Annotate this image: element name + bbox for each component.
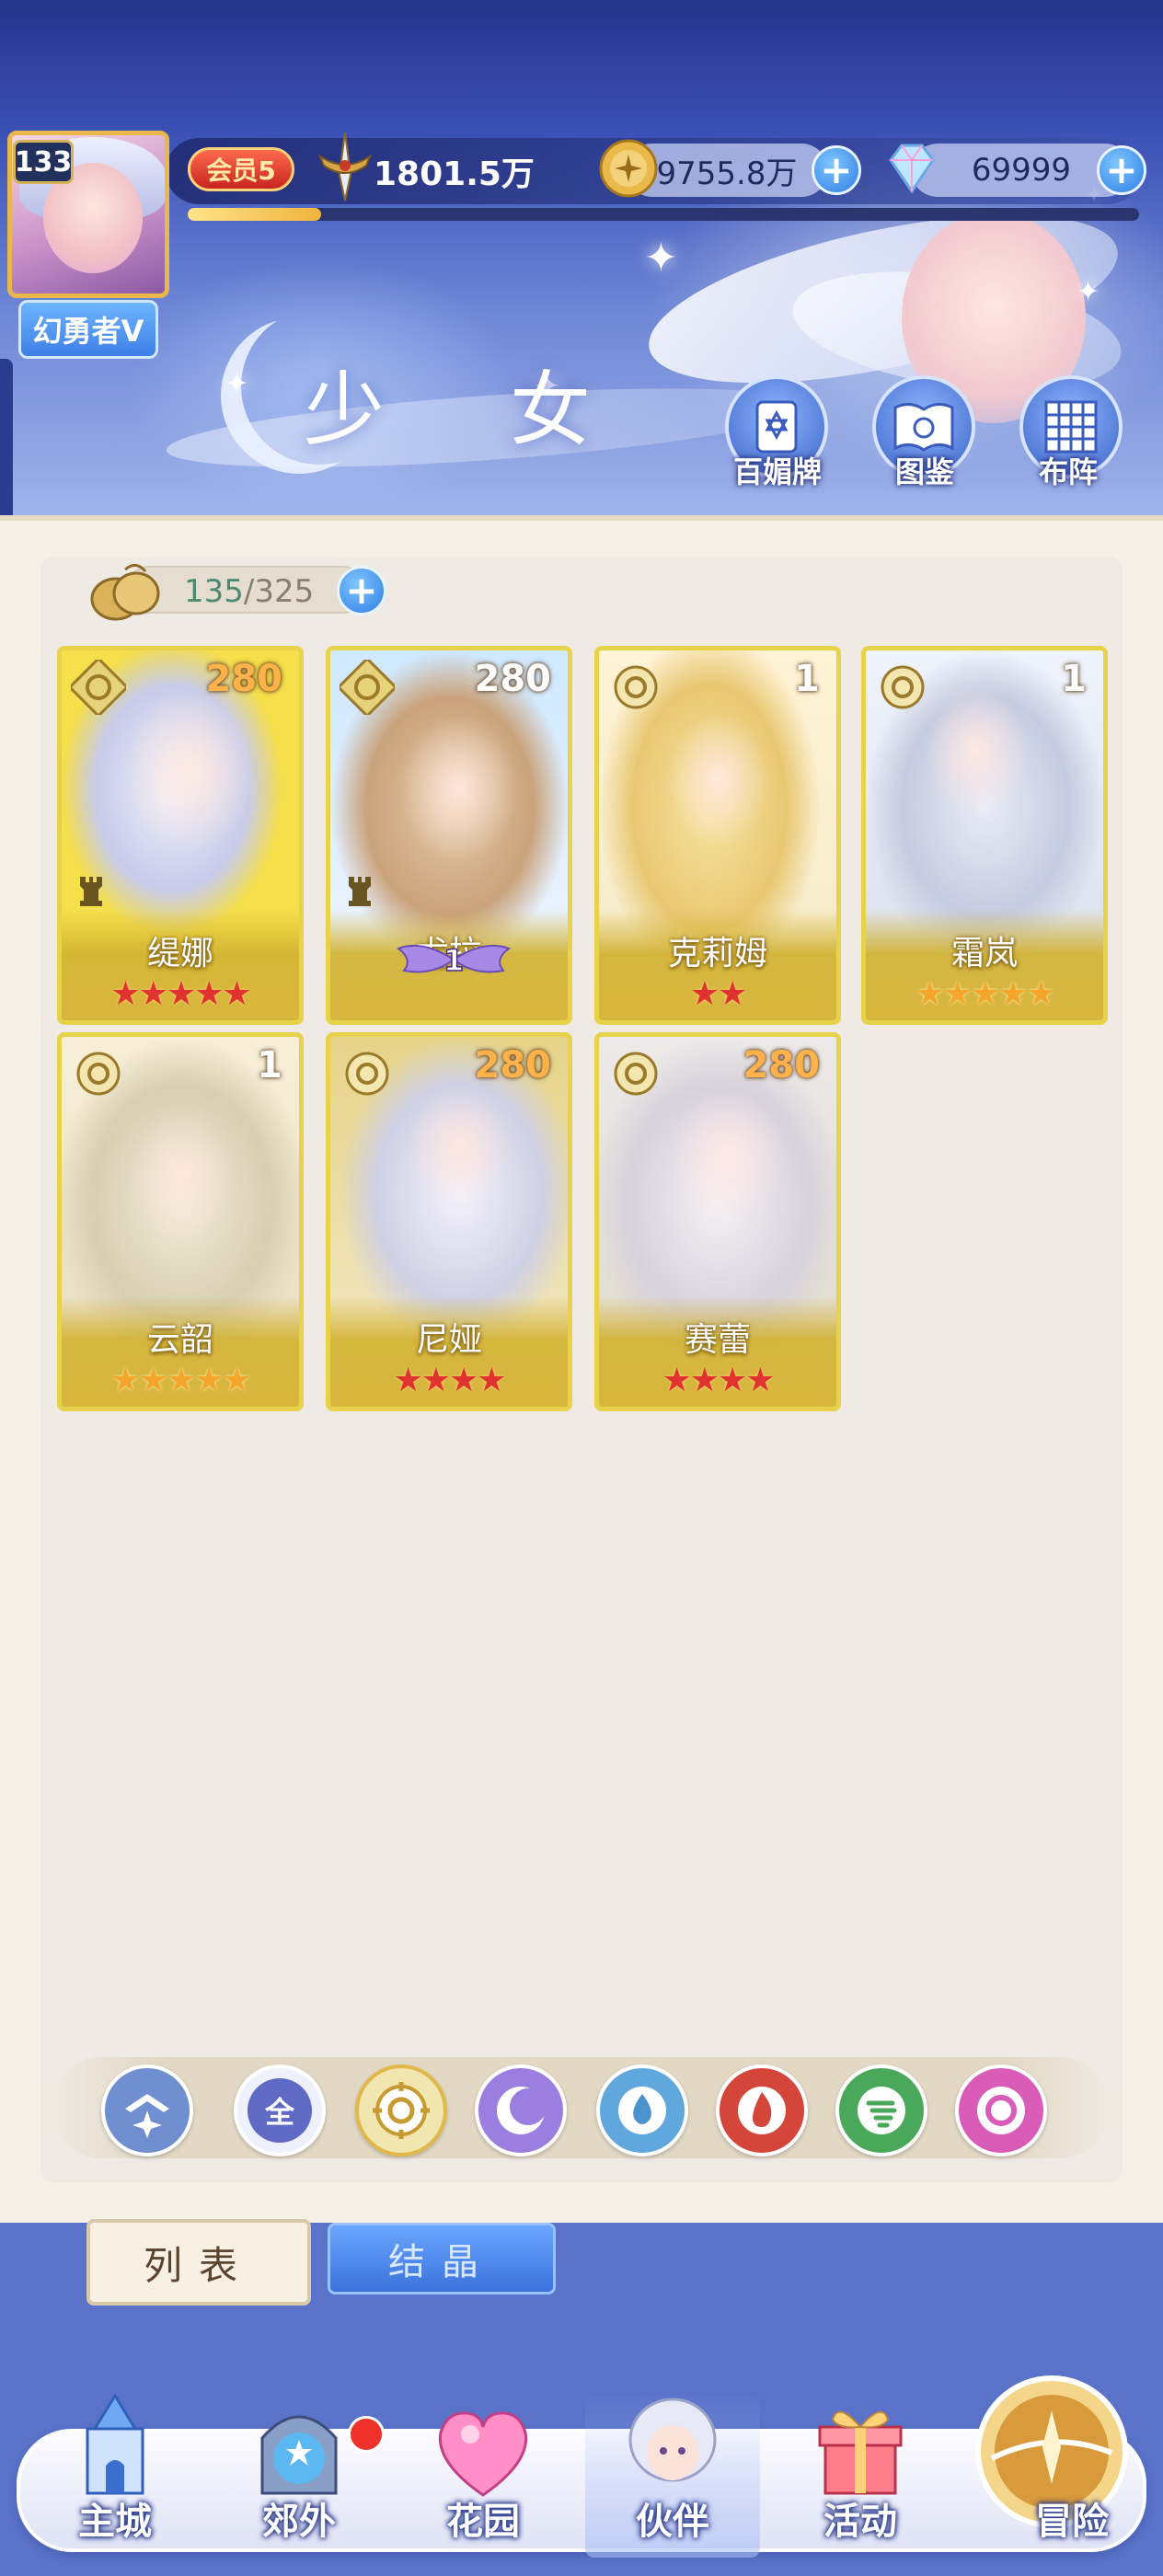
power-value: 1801.5万	[374, 155, 535, 193]
card-name: 尼娅	[415, 1321, 482, 1359]
partner-card[interactable]: 280 赛蕾 ★★★★	[594, 1032, 841, 1411]
capacity-bag-icon	[90, 564, 160, 621]
nav-label: 冒险	[1035, 2501, 1109, 2543]
diamond-icon	[889, 144, 935, 194]
partner-card[interactable]: 280 尼娅 ★★★★	[326, 1032, 572, 1411]
header-banner: ✦ ✦ ✦ ✦ ✦ 少 女	[0, 0, 1163, 515]
partner-card[interactable]: 280 尤拉 1	[326, 646, 572, 1025]
sun-gear-icon	[373, 2082, 430, 2139]
card-level: 280	[474, 1044, 552, 1087]
star-rating: ★★★★★	[915, 975, 1055, 1013]
add-gold-button[interactable]: +	[812, 145, 861, 195]
filter-all-button[interactable]: 全	[234, 2064, 326, 2156]
partner-card[interactable]: 280 缇娜 ★★★★★	[57, 646, 304, 1025]
card-name: 霜岚	[950, 935, 1018, 972]
sun-element-icon	[881, 665, 925, 709]
nav-label: 郊外	[262, 2501, 336, 2543]
nav-label: 主城	[78, 2501, 152, 2543]
add-diamond-button[interactable]: +	[1097, 145, 1146, 195]
exp-bar-fill	[188, 208, 321, 221]
sun-element-icon	[614, 665, 658, 709]
nav-adventure[interactable]: 冒险	[966, 2375, 1141, 2558]
page-title: 少 女	[304, 362, 640, 457]
card-level: 280	[205, 658, 283, 700]
sun-element-icon	[340, 660, 395, 715]
sun-element-icon	[76, 1052, 121, 1096]
filter-moon-button[interactable]	[475, 2064, 567, 2156]
player-level-badge: 133	[13, 140, 74, 184]
codex-label: 图鉴	[894, 454, 954, 489]
card-level: 280	[743, 1044, 821, 1087]
card-name: 云韶	[146, 1321, 213, 1359]
fire-icon	[738, 2087, 786, 2134]
formation-label: 布阵	[1038, 454, 1098, 489]
card-name: 克莉姆	[667, 935, 767, 972]
card-name: 赛蕾	[684, 1321, 751, 1359]
card-level: 280	[474, 658, 552, 700]
sparkle-icon: ✦	[1077, 276, 1100, 308]
card-level: 1	[1061, 658, 1087, 700]
card-level: 1	[794, 658, 820, 700]
star-rating: ★★★★★	[110, 975, 251, 1013]
wind-icon	[858, 2087, 905, 2134]
nav-label: 伙伴	[636, 2501, 709, 2543]
nav-events[interactable]: 活动	[773, 2392, 948, 2558]
moon-icon	[497, 2087, 547, 2134]
expand-capacity-button[interactable]: +	[337, 566, 386, 615]
filter-pink-button[interactable]	[955, 2064, 1047, 2156]
partner-card[interactable]: 1 克莉姆 ★★	[594, 646, 841, 1025]
filter-fire-button[interactable]	[716, 2064, 808, 2156]
awaken-level-text: 1	[443, 943, 464, 978]
vip-badge[interactable]: 会员5	[188, 147, 294, 191]
all-icon: 全	[248, 2078, 312, 2143]
nav-label: 活动	[823, 2501, 897, 2543]
pink-orb-icon	[977, 2087, 1025, 2134]
partner-card[interactable]: 1 霜岚 ★★★★★	[861, 646, 1108, 1025]
filter-wing-button[interactable]	[101, 2064, 193, 2156]
sparkle-icon: ✦	[644, 235, 678, 282]
gold-coin-icon	[599, 139, 658, 198]
element-filter-bar	[52, 2057, 1110, 2158]
notification-dot	[348, 2416, 385, 2453]
rook-icon	[80, 877, 102, 906]
capacity-text: 135/325	[184, 573, 314, 610]
player-name[interactable]: 幻勇者V	[18, 300, 158, 359]
star-rating: ★★★★	[393, 1362, 506, 1399]
exp-bar	[188, 208, 1139, 221]
capacity-total: /325	[243, 573, 315, 610]
awaken-wing-badge: 1	[396, 942, 512, 979]
wing-sparkle-icon	[125, 2094, 169, 2138]
tab-list[interactable]: 列表	[86, 2219, 311, 2306]
water-drop-icon	[618, 2087, 666, 2134]
nav-garden[interactable]: 花园	[396, 2392, 570, 2558]
sun-element-icon	[345, 1052, 389, 1096]
star-rating: ★★★★	[662, 1362, 775, 1399]
tab-crystal[interactable]: 结晶	[328, 2223, 556, 2294]
star-rating: ★★	[689, 975, 748, 1013]
filter-wind-button[interactable]	[835, 2064, 927, 2156]
sparkle-icon: ✦	[225, 368, 249, 400]
power-sword-icon	[317, 132, 373, 201]
nav-partner[interactable]: 伙伴	[585, 2392, 760, 2558]
sun-element-icon	[614, 1052, 658, 1096]
card-deck-label: 百媚牌	[732, 454, 822, 489]
capacity-indicator: 135/325 +	[88, 557, 392, 625]
rook-icon	[349, 877, 371, 906]
sun-element-icon	[71, 660, 126, 715]
partner-card[interactable]: 1 云韶 ★★★★★	[57, 1032, 304, 1411]
filter-sun-button[interactable]	[355, 2064, 447, 2156]
capacity-current: 135	[184, 573, 244, 610]
filter-water-button[interactable]	[596, 2064, 688, 2156]
star-rating: ★★★★★	[110, 1362, 251, 1399]
nav-main-city[interactable]: 主城	[28, 2392, 202, 2558]
card-name: 缇娜	[146, 935, 213, 972]
nav-label: 花园	[446, 2501, 520, 2543]
card-level: 1	[257, 1044, 282, 1087]
